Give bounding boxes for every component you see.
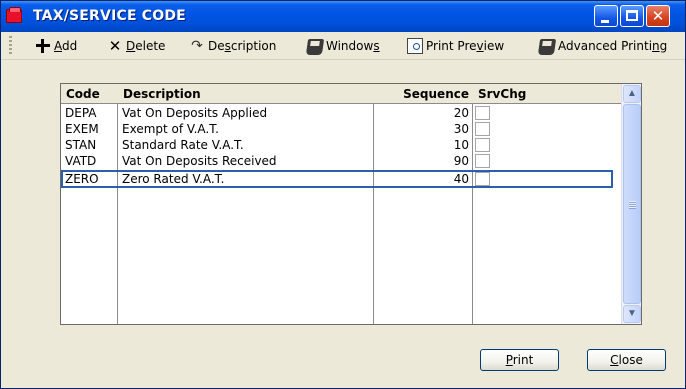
srvchg-checkbox[interactable] (475, 106, 490, 120)
toolbar-grip[interactable] (9, 36, 12, 56)
chevron-down-icon: ▼ (627, 308, 637, 319)
print-button[interactable]: Print (480, 349, 559, 371)
printer-icon (537, 39, 557, 55)
grid-header: Code Description Sequence SrvChg (61, 84, 621, 104)
description-button[interactable]: ↷ Description (189, 37, 276, 55)
description-arrow-icon: ↷ (191, 38, 203, 54)
scroll-thumb[interactable] (623, 104, 641, 304)
close-button[interactable]: Close (587, 349, 666, 371)
scroll-down-button[interactable]: ▼ (623, 305, 641, 323)
table-row[interactable]: DEPA Vat On Deposits Applied 20 (61, 105, 621, 121)
cell-description: Vat On Deposits Applied (122, 106, 268, 120)
cell-code: DEPA (65, 106, 97, 120)
header-code[interactable]: Code (61, 84, 118, 104)
cell-code: VATD (65, 154, 97, 168)
window-title: TAX/SERVICE CODE (33, 8, 186, 24)
windows-label: Windows (326, 39, 380, 53)
cell-description: Exempt of V.A.T. (122, 122, 219, 136)
header-description[interactable]: Description (118, 84, 374, 104)
table-row[interactable]: EXEM Exempt of V.A.T. 30 (61, 121, 621, 137)
cell-code: ZERO (65, 172, 99, 186)
cell-code: EXEM (65, 122, 99, 136)
cell-sequence: 30 (453, 122, 469, 136)
toolbar: Add ✕ Delete ↷ Description Windows Print… (1, 32, 685, 60)
maximize-button[interactable] (620, 5, 644, 27)
table-row[interactable]: VATD Vat On Deposits Received 90 (61, 153, 621, 169)
minimize-icon (601, 20, 609, 23)
windows-button[interactable]: Windows (305, 37, 380, 55)
close-icon: ✕ (651, 7, 665, 25)
vertical-scrollbar[interactable]: ▲ ▼ (621, 84, 641, 324)
print-preview-button[interactable]: Print Preview (407, 37, 504, 55)
description-label: Description (208, 39, 277, 53)
chevron-up-icon: ▲ (627, 88, 637, 99)
delete-label: Delete (126, 39, 166, 53)
print-preview-label: Print Preview (426, 39, 505, 53)
cell-description: Zero Rated V.A.T. (122, 172, 225, 186)
srvchg-checkbox[interactable] (475, 138, 490, 152)
add-button[interactable]: Add (35, 37, 77, 55)
minimize-button[interactable] (594, 5, 618, 27)
print-preview-icon (407, 38, 423, 54)
srvchg-checkbox[interactable] (475, 154, 490, 168)
maximize-icon (626, 10, 638, 21)
header-srvchg[interactable]: SrvChg (473, 84, 621, 104)
cell-sequence: 10 (453, 138, 469, 152)
cell-sequence: 40 (453, 172, 469, 186)
cell-description: Standard Rate V.A.T. (122, 138, 244, 152)
advanced-printing-button[interactable]: Advanced Printing (537, 37, 668, 55)
table-row[interactable]: STAN Standard Rate V.A.T. 10 (61, 137, 621, 153)
cell-sequence: 90 (453, 154, 469, 168)
scroll-grip-icon (629, 201, 636, 209)
tax-code-grid[interactable]: Code Description Sequence SrvChg DEPA Va… (60, 83, 642, 325)
advanced-printing-label: Advanced Printing (558, 39, 668, 53)
header-sequence[interactable]: Sequence (374, 84, 473, 104)
cell-code: STAN (65, 138, 97, 152)
srvchg-checkbox[interactable] (475, 122, 490, 136)
cell-description: Vat On Deposits Received (122, 154, 277, 168)
add-label: Add (54, 39, 78, 53)
plus-icon (35, 38, 51, 54)
x-icon: ✕ (108, 37, 122, 55)
app-icon (6, 7, 22, 23)
cell-sequence: 20 (453, 106, 469, 120)
tax-service-code-window: TAX/SERVICE CODE ✕ Add ✕ Delete ↷ Descri… (0, 0, 686, 389)
table-row-selected[interactable]: ZERO Zero Rated V.A.T. 40 (61, 170, 621, 188)
scroll-up-button[interactable]: ▲ (623, 85, 641, 103)
title-bar[interactable]: TAX/SERVICE CODE ✕ (1, 1, 685, 32)
windows-icon (305, 39, 325, 55)
srvchg-checkbox[interactable] (475, 172, 490, 186)
close-window-button[interactable]: ✕ (646, 5, 670, 27)
delete-button[interactable]: ✕ Delete (107, 37, 166, 55)
